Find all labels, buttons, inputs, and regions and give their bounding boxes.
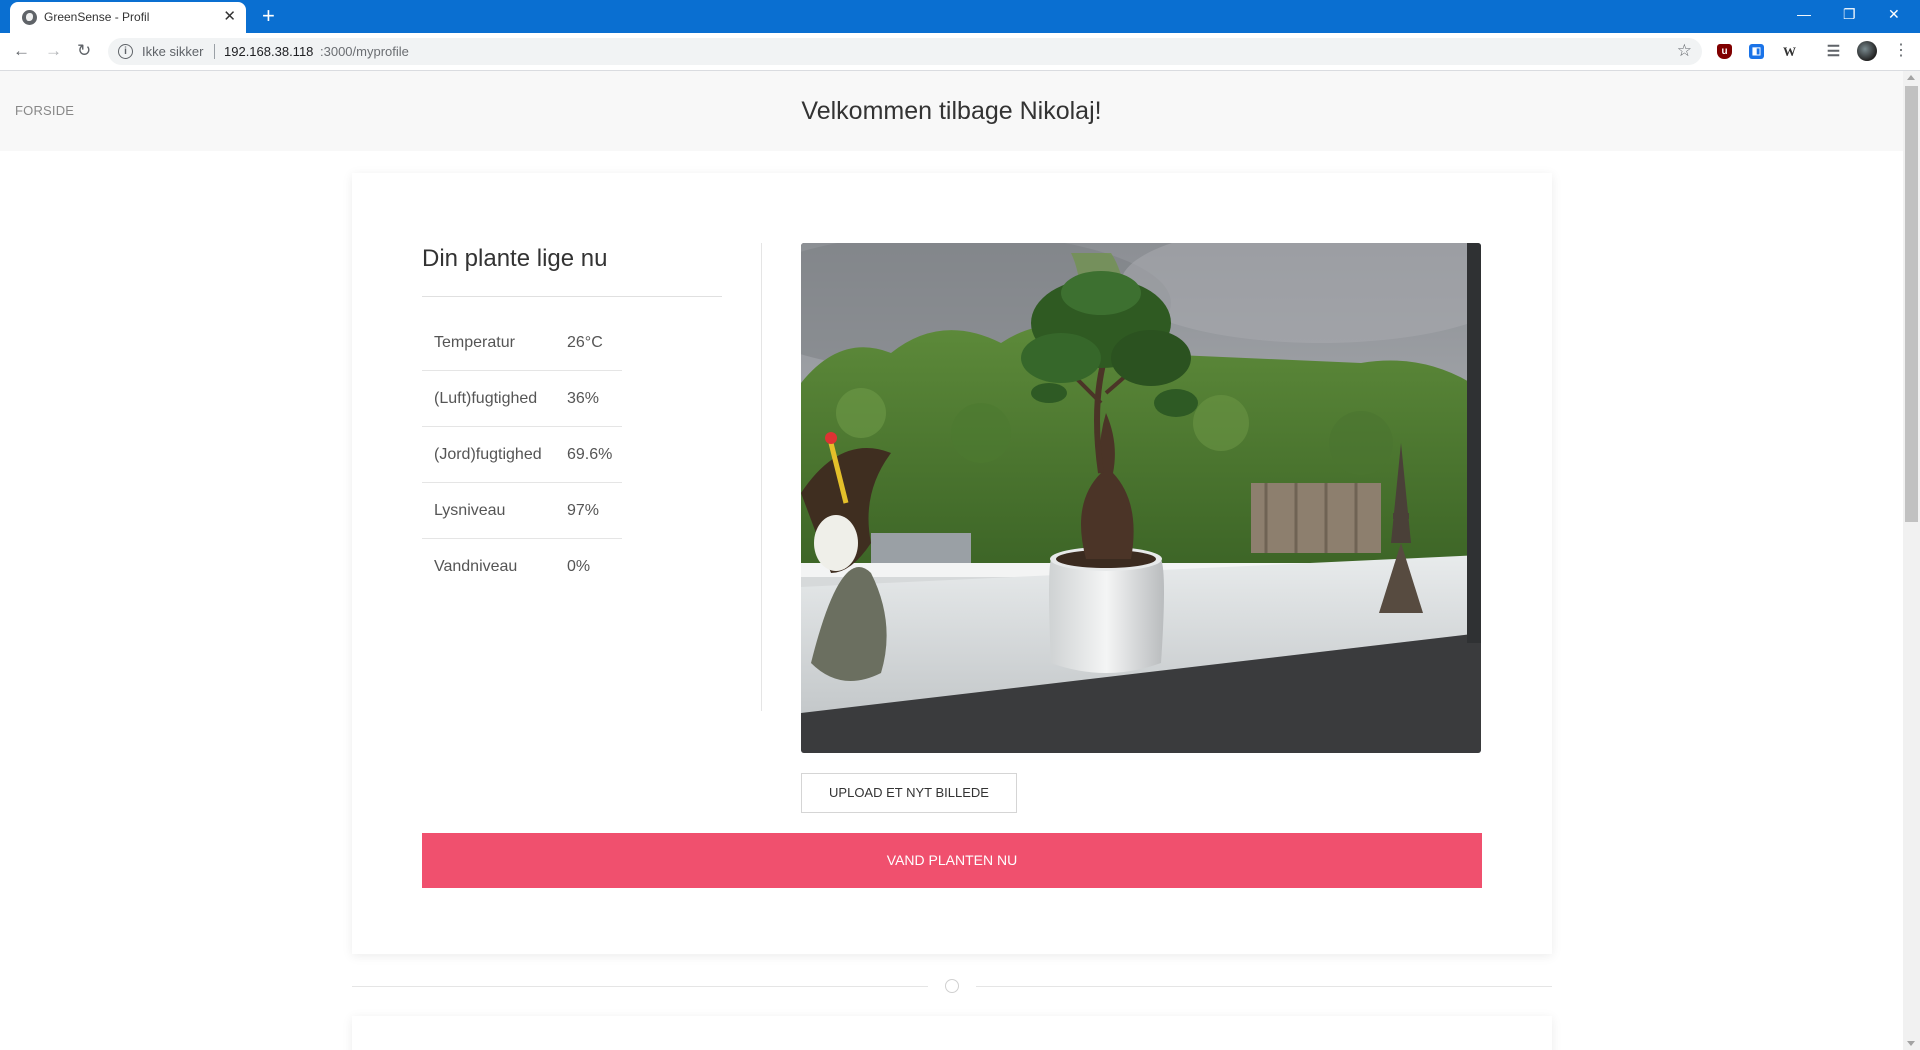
close-window-icon[interactable]: ✕ (1888, 5, 1900, 23)
address-bar[interactable]: i Ikke sikker 192.168.38.118 :3000/mypro… (108, 38, 1702, 65)
ublock-extension-icon[interactable]: u (1717, 44, 1732, 59)
section-divider (976, 986, 1552, 987)
globe-icon (22, 10, 37, 25)
stat-name: Lysniveau (434, 502, 506, 519)
title-divider (422, 296, 722, 297)
tab-title: GreenSense - Profil (44, 10, 150, 24)
reload-icon[interactable]: ↻ (77, 41, 91, 61)
minimize-icon[interactable]: — (1797, 5, 1811, 23)
site-header: FORSIDE Velkommen tilbage Nikolaj! (0, 71, 1903, 151)
plant-stats-table: Temperatur 26°C (Luft)fugtighed 36% (Jor… (422, 315, 622, 595)
browser-menu-icon[interactable]: ⋮ (1893, 41, 1909, 61)
security-label[interactable]: Ikke sikker (142, 44, 203, 59)
bookmark-star-icon[interactable]: ☆ (1677, 41, 1692, 61)
second-card (352, 1016, 1552, 1050)
address-separator (214, 44, 215, 59)
info-icon[interactable]: i (118, 44, 133, 59)
forward-icon[interactable]: → (45, 41, 62, 61)
column-divider (761, 243, 762, 711)
url-path[interactable]: :3000/myprofile (320, 44, 409, 59)
reading-list-icon[interactable]: ☰ (1826, 44, 1841, 59)
stat-row-air-humidity: (Luft)fugtighed 36% (422, 371, 622, 427)
page-viewport: FORSIDE Velkommen tilbage Nikolaj! Din p… (0, 71, 1903, 1050)
new-tab-icon[interactable]: + (262, 4, 275, 28)
extension-icon[interactable]: ◧ (1749, 44, 1764, 59)
wikipedia-extension-icon[interactable]: W (1782, 44, 1797, 59)
plant-section-title: Din plante lige nu (422, 245, 608, 272)
profile-avatar[interactable] (1857, 41, 1877, 61)
stat-name: (Luft)fugtighed (434, 390, 538, 407)
stat-row-soil-humidity: (Jord)fugtighed 69.6% (422, 427, 622, 483)
close-tab-icon[interactable]: ✕ (223, 8, 236, 26)
url-host[interactable]: 192.168.38.118 (224, 44, 313, 59)
stat-name: Temperatur (434, 334, 515, 351)
stat-row-light-level: Lysniveau 97% (422, 483, 622, 539)
stat-value: 69.6% (567, 446, 613, 463)
plant-photo (801, 243, 1481, 753)
plant-card: Din plante lige nu Temperatur 26°C (Luft… (352, 173, 1552, 954)
stat-value: 97% (567, 502, 600, 519)
stat-name: (Jord)fugtighed (434, 446, 542, 463)
stat-row-water-level: Vandniveau 0% (422, 539, 622, 595)
divider-circle-icon (945, 979, 959, 993)
stat-value: 26°C (567, 334, 603, 351)
water-plant-button[interactable]: VAND PLANTEN NU (422, 833, 1482, 888)
upload-photo-button[interactable]: UPLOAD ET NYT BILLEDE (801, 773, 1017, 813)
back-icon[interactable]: ← (13, 41, 30, 61)
scroll-up-icon[interactable] (1907, 75, 1915, 80)
browser-toolbar: ← → ↻ i Ikke sikker 192.168.38.118 :3000… (0, 33, 1920, 71)
stat-value: 36% (567, 390, 600, 407)
section-divider (352, 986, 928, 987)
browser-titlebar: GreenSense - Profil ✕ + — ❐ ✕ (0, 0, 1920, 33)
stat-row-temperature: Temperatur 26°C (422, 315, 622, 371)
stat-name: Vandniveau (434, 558, 518, 575)
scroll-down-icon[interactable] (1907, 1041, 1915, 1046)
page-scrollbar[interactable] (1903, 71, 1920, 1050)
scroll-thumb[interactable] (1905, 86, 1918, 522)
stat-value: 0% (567, 558, 591, 575)
welcome-heading: Velkommen tilbage Nikolaj! (801, 97, 1102, 125)
browser-tab[interactable]: GreenSense - Profil ✕ (10, 2, 246, 33)
restore-icon[interactable]: ❐ (1843, 5, 1856, 23)
